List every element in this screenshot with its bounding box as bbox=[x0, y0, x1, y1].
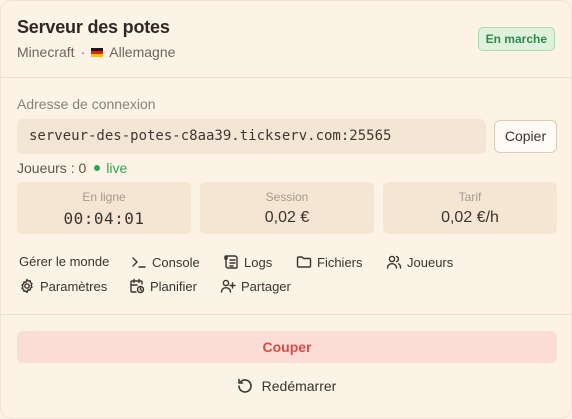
action-label: Logs bbox=[244, 254, 273, 270]
action-label: Planifier bbox=[150, 278, 197, 294]
action-label: Fichiers bbox=[317, 254, 363, 270]
logs-icon bbox=[224, 255, 238, 269]
connection-address[interactable]: serveur-des-potes-c8aa39.tickserv.com:25… bbox=[17, 119, 486, 154]
stat-label: Tarif bbox=[458, 190, 482, 204]
server-subtitle: Minecraft · Allemagne bbox=[17, 44, 555, 60]
stop-button[interactable]: Couper bbox=[17, 331, 557, 363]
separator: · bbox=[80, 44, 86, 60]
players-count: Joueurs : 0 bbox=[17, 160, 87, 176]
manage-world-button[interactable]: Gérer le monde bbox=[19, 254, 109, 269]
settings-button[interactable]: Paramètres bbox=[19, 278, 107, 294]
restart-button[interactable]: Redémarrer bbox=[1, 374, 571, 398]
logs-button[interactable]: Logs bbox=[223, 254, 272, 270]
stat-rate: Tarif 0,02 €/h bbox=[383, 182, 557, 234]
share-button[interactable]: Partager bbox=[220, 278, 291, 294]
action-label: Paramètres bbox=[40, 278, 108, 294]
stat-uptime: En ligne 00:04:01 bbox=[17, 182, 191, 234]
action-label: Joueurs bbox=[407, 254, 454, 270]
gear-icon bbox=[21, 278, 33, 294]
players-status: Joueurs : 0 live bbox=[17, 160, 127, 176]
footer-divider bbox=[1, 314, 571, 315]
copy-button[interactable]: Copier bbox=[494, 120, 557, 153]
server-location: Allemagne bbox=[109, 44, 176, 60]
live-dot-icon bbox=[94, 165, 101, 171]
action-label: Console bbox=[152, 254, 200, 270]
action-label: Gérer le monde bbox=[19, 254, 110, 269]
server-card: Serveur des potes Minecraft · Allemagne … bbox=[0, 0, 572, 419]
connection-label: Adresse de connexion bbox=[17, 96, 156, 112]
germany-flag-icon bbox=[91, 47, 104, 57]
server-header: Serveur des potes Minecraft · Allemagne … bbox=[17, 17, 555, 63]
user-plus-icon bbox=[220, 279, 236, 293]
console-button[interactable]: Console bbox=[131, 254, 200, 270]
restart-label: Redémarrer bbox=[261, 378, 337, 394]
header-divider bbox=[1, 77, 571, 78]
files-button[interactable]: Fichiers bbox=[296, 254, 363, 270]
action-label: Partager bbox=[241, 278, 291, 294]
schedule-button[interactable]: Planifier bbox=[129, 278, 197, 294]
users-icon bbox=[386, 255, 402, 269]
stat-label: Session bbox=[265, 190, 309, 204]
calendar-clock-icon bbox=[130, 278, 145, 294]
stat-value: 00:04:01 bbox=[63, 209, 145, 228]
stat-label: En ligne bbox=[82, 190, 126, 204]
live-label: live bbox=[106, 160, 128, 176]
players-button[interactable]: Joueurs bbox=[386, 254, 453, 270]
game-name: Minecraft bbox=[17, 44, 75, 60]
stat-value: 0,02 €/h bbox=[441, 209, 499, 226]
server-name: Serveur des potes bbox=[17, 17, 170, 37]
folder-icon bbox=[296, 256, 312, 268]
stat-session: Session 0,02 € bbox=[200, 182, 374, 234]
restart-icon bbox=[237, 378, 252, 393]
stat-value: 0,02 € bbox=[264, 209, 310, 226]
terminal-icon bbox=[132, 257, 146, 268]
status-badge: En marche bbox=[477, 27, 555, 51]
